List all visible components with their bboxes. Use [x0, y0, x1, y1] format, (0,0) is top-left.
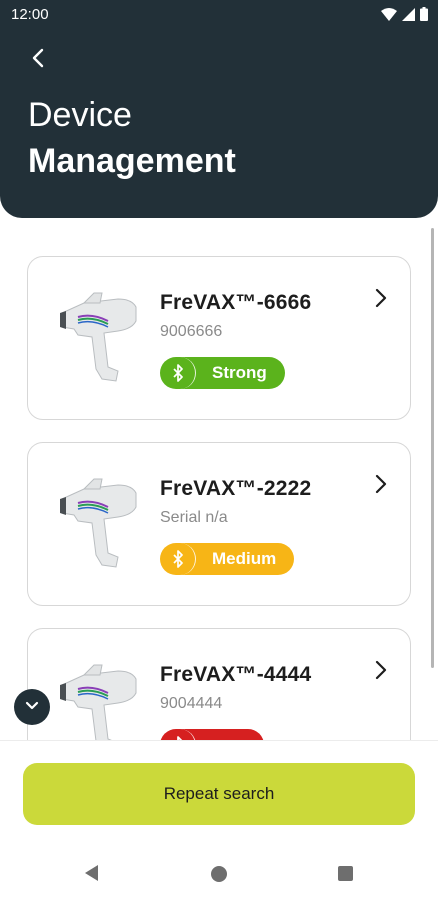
device-serial: 9004444 — [160, 695, 223, 712]
chevron-right-icon — [372, 287, 390, 309]
page-title-line1: Device — [28, 96, 132, 134]
device-image — [56, 663, 156, 740]
cellular-icon — [402, 7, 415, 25]
status-icons — [381, 7, 428, 25]
back-arrow-icon — [31, 48, 45, 73]
status-bar: 12:00 — [0, 0, 438, 30]
signal-strength-badge: Strong — [160, 357, 285, 389]
battery-icon — [420, 7, 428, 25]
nav-recent-icon[interactable] — [338, 866, 353, 881]
device-name: FreVAX™-2222 — [160, 477, 312, 500]
nav-back-icon[interactable] — [84, 864, 100, 887]
repeat-search-button[interactable]: Repeat search — [23, 763, 415, 825]
scroll-down-button[interactable] — [14, 689, 50, 725]
device-serial: 9006666 — [160, 323, 223, 340]
device-card[interactable]: FreVAX™-4444 9004444 — [27, 628, 411, 740]
signal-strength-label: Strong — [212, 363, 267, 382]
device-card[interactable]: FreVAX™-2222 Serial n/a Medium — [27, 442, 411, 606]
nav-home-icon[interactable] — [211, 866, 227, 882]
signal-strength-badge — [160, 729, 264, 740]
chevron-down-icon — [25, 698, 39, 716]
header: 12:00 Device Management — [0, 0, 438, 218]
bluetooth-icon — [160, 729, 196, 740]
device-card[interactable]: FreVAX™-6666 9006666 Strong — [27, 256, 411, 420]
bluetooth-icon — [160, 357, 196, 389]
bluetooth-icon — [160, 543, 196, 575]
device-list[interactable]: FreVAX™-6666 9006666 Strong FreVAX™-2222… — [0, 218, 438, 740]
chevron-right-icon — [372, 659, 390, 681]
signal-strength-label: Medium — [212, 549, 277, 568]
device-serial: Serial n/a — [160, 509, 228, 526]
device-image — [56, 477, 156, 573]
device-name: FreVAX™-6666 — [160, 291, 312, 314]
signal-strength-badge: Medium — [160, 543, 295, 575]
device-image — [56, 291, 156, 387]
chevron-right-icon — [372, 473, 390, 495]
back-button[interactable] — [22, 44, 54, 76]
device-name: FreVAX™-4444 — [160, 663, 312, 686]
status-time: 12:00 — [11, 6, 49, 23]
scrollbar[interactable] — [431, 228, 434, 668]
page-title-line2: Management — [28, 142, 236, 180]
wifi-icon — [381, 7, 397, 25]
system-nav-bar — [0, 840, 438, 900]
